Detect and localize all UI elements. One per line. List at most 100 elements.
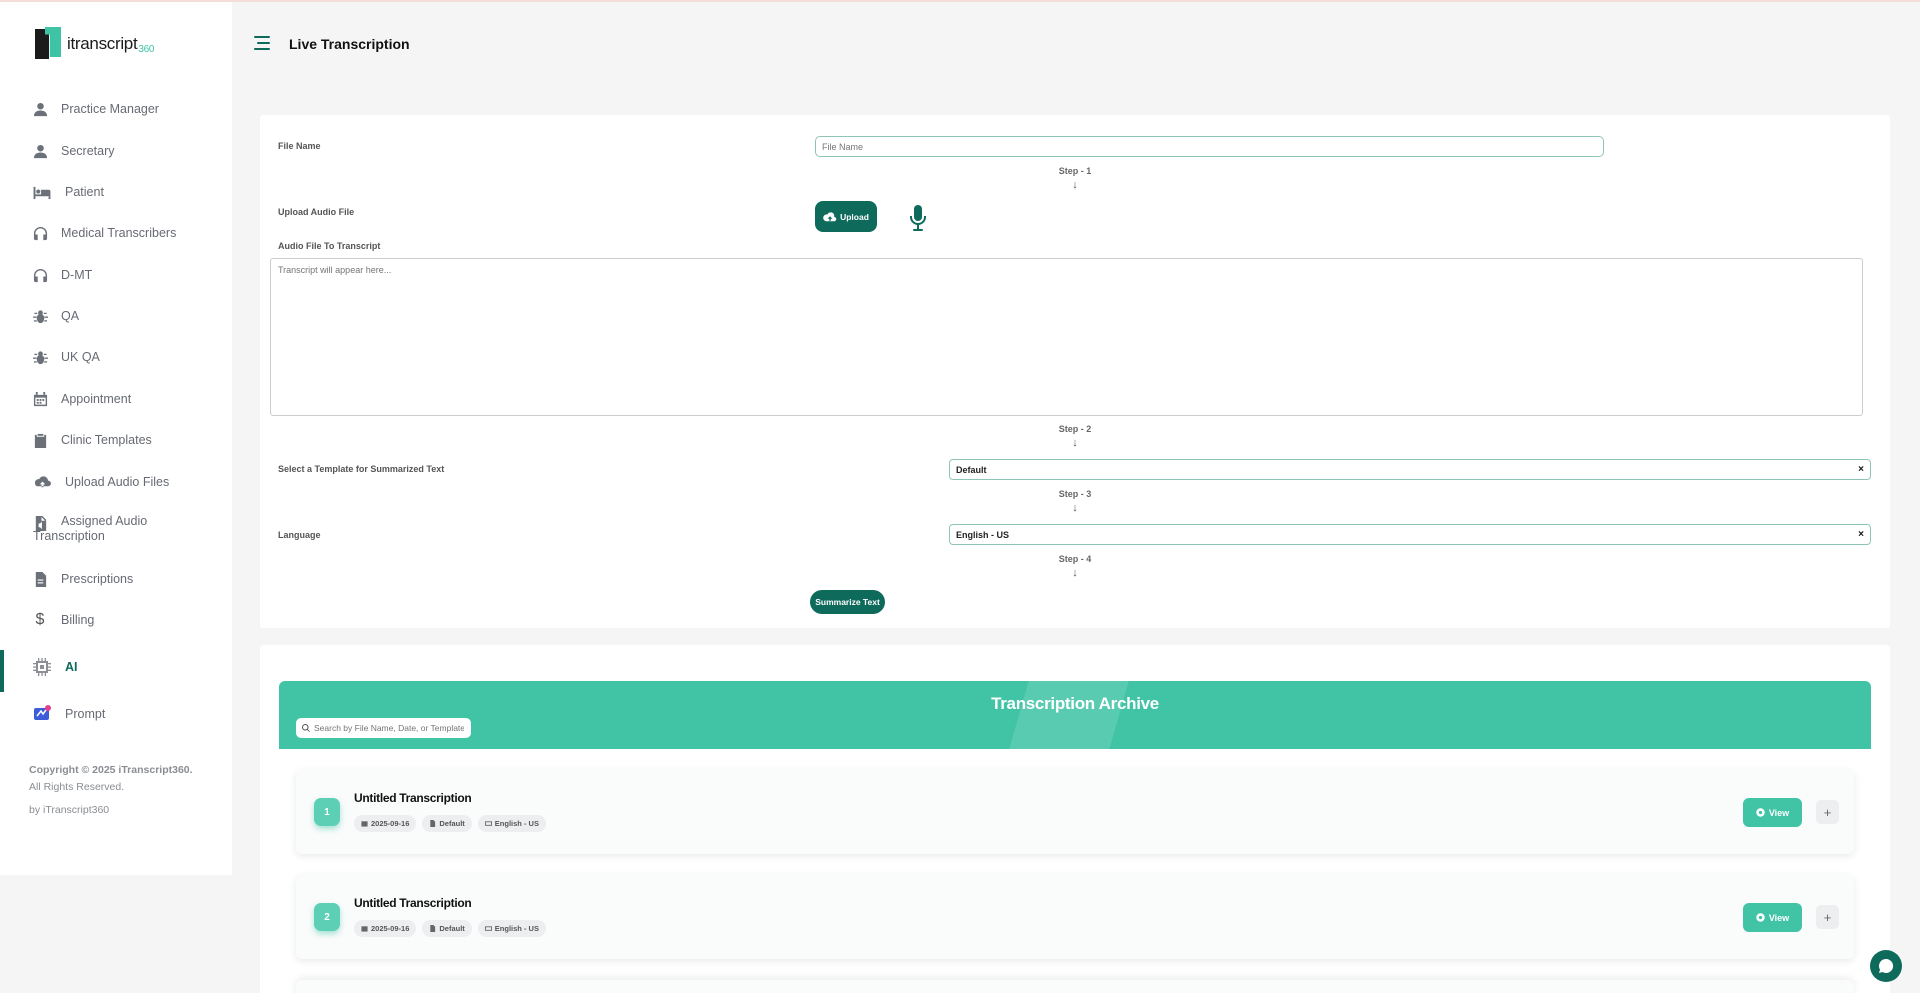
sidebar-item-label: Assigned Audio Transcription xyxy=(33,514,148,543)
cloud-upload-icon xyxy=(31,473,53,491)
sidebar-item-label: UK QA xyxy=(61,350,100,364)
template-select[interactable]: Default × xyxy=(949,459,1871,480)
sidebar-item-label: Clinic Templates xyxy=(61,433,152,447)
transcript-textarea[interactable] xyxy=(270,258,1863,416)
top-accent-line xyxy=(0,0,1920,2)
row-tags: 2025-09-16 Default English - US xyxy=(354,920,546,937)
language-select-value: English - US xyxy=(956,529,1010,540)
sidebar-item-label: AI xyxy=(65,660,78,674)
prompt-icon xyxy=(31,703,53,725)
sidebar-item-label: Appointment xyxy=(61,392,132,406)
archive-search-input[interactable] xyxy=(314,723,464,733)
date-tag: 2025-09-16 xyxy=(354,815,417,832)
search-icon xyxy=(302,724,310,732)
upload-button-label: Upload xyxy=(840,211,869,222)
chat-bubble-icon[interactable] xyxy=(1870,950,1902,982)
view-button[interactable]: View xyxy=(1743,798,1802,827)
sidebar-item-label: Secretary xyxy=(61,144,115,158)
app-logo[interactable]: itranscript360 xyxy=(35,26,154,62)
template-select-value: Default xyxy=(956,464,987,475)
sidebar-item-secretary[interactable]: Secretary xyxy=(0,142,232,160)
logo-mark-icon xyxy=(35,27,63,61)
archive-header: Transcription Archive xyxy=(279,681,1871,749)
sidebar-item-upload-audio-files[interactable]: Upload Audio Files xyxy=(0,473,232,491)
sidebar-item-ai[interactable]: AI xyxy=(0,650,232,692)
microphone-icon[interactable] xyxy=(907,204,929,232)
step-arrow-down-icon: ↓ xyxy=(1072,179,1078,191)
language-icon xyxy=(484,821,492,826)
row-index-badge: 1 xyxy=(314,798,340,826)
archive-row[interactable]: 1 Untitled Transcription 2025-09-16 Defa… xyxy=(296,770,1854,854)
archive-row[interactable]: 2 Untitled Transcription 2025-09-16 Defa… xyxy=(296,875,1854,959)
clipboard-icon xyxy=(31,431,49,449)
copyright-text: Copyright © 2025 iTranscript360. xyxy=(29,764,193,776)
archive-search-box[interactable] xyxy=(296,718,471,738)
template-tag: Default xyxy=(422,815,472,832)
sidebar-item-label: Prescriptions xyxy=(61,572,134,586)
hamburger-menu-icon[interactable] xyxy=(254,35,270,51)
sidebar-item-label: Medical Transcribers xyxy=(61,226,177,240)
language-tag: English - US xyxy=(477,920,546,937)
archive-row[interactable] xyxy=(296,980,1854,993)
dollar-icon: $ xyxy=(35,611,45,628)
transcription-archive-card: Transcription Archive 1 Untitled Transcr… xyxy=(260,645,1890,993)
step-2-label: Step - 2 xyxy=(1058,424,1092,434)
bug-icon xyxy=(31,307,49,325)
summarize-text-button[interactable]: Summarize Text xyxy=(810,590,885,614)
clear-icon[interactable]: × xyxy=(1858,529,1864,540)
sidebar-item-medical-transcribers[interactable]: Medical Transcribers xyxy=(0,224,232,242)
calendar-icon xyxy=(31,390,49,408)
file-icon xyxy=(430,820,436,827)
date-tag: 2025-09-16 xyxy=(354,920,417,937)
bug-icon xyxy=(31,348,49,366)
rights-text: All Rights Reserved. xyxy=(29,781,125,793)
sidebar-item-label: Billing xyxy=(61,613,95,627)
sidebar-item-label: Prompt xyxy=(65,707,106,721)
sidebar-item-prescriptions[interactable]: Prescriptions xyxy=(0,570,232,588)
sidebar-item-d-mt[interactable]: D-MT xyxy=(0,266,232,284)
calendar-icon xyxy=(361,926,368,932)
file-name-input[interactable] xyxy=(815,136,1604,157)
sidebar-item-label: Patient xyxy=(65,185,104,199)
template-tag: Default xyxy=(422,920,472,937)
headset-icon xyxy=(31,224,49,242)
row-index-badge: 2 xyxy=(314,903,340,931)
upload-button[interactable]: Upload xyxy=(815,201,877,232)
upload-audio-label: Upload Audio File xyxy=(278,207,355,217)
sidebar-item-appointment[interactable]: Appointment xyxy=(0,390,232,408)
clear-icon[interactable]: × xyxy=(1858,464,1864,475)
logo-text: itranscript360 xyxy=(67,33,155,55)
sidebar-item-assigned-audio-transcription[interactable]: Assigned Audio Transcription xyxy=(0,514,232,543)
sidebar-item-prompt[interactable]: Prompt xyxy=(0,703,232,725)
headset-icon xyxy=(31,266,49,284)
user-icon xyxy=(31,100,49,118)
page-title: Live Transcription xyxy=(289,36,410,52)
step-4-label: Step - 4 xyxy=(1058,554,1092,564)
sidebar-item-qa[interactable]: QA xyxy=(0,307,232,325)
language-select[interactable]: English - US × xyxy=(949,524,1871,545)
sidebar: itranscript360 Practice Manager Secretar… xyxy=(0,2,232,875)
file-name-label: File Name xyxy=(278,141,321,151)
expand-plus-button[interactable]: + xyxy=(1816,800,1839,824)
bed-icon xyxy=(31,183,53,201)
sidebar-item-billing[interactable]: $ Billing xyxy=(0,611,232,629)
row-title: Untitled Transcription xyxy=(354,896,472,910)
step-arrow-down-icon: ↓ xyxy=(1072,437,1078,449)
sidebar-item-practice-manager[interactable]: Practice Manager xyxy=(0,100,232,118)
chip-icon xyxy=(31,656,53,678)
sidebar-item-label: Upload Audio Files xyxy=(65,475,170,489)
sidebar-item-clinic-templates[interactable]: Clinic Templates xyxy=(0,431,232,449)
language-tag: English - US xyxy=(477,815,546,832)
calendar-icon xyxy=(361,821,368,827)
template-label: Select a Template for Summarized Text xyxy=(278,464,445,474)
language-label: Language xyxy=(278,530,321,540)
transcription-form-card: File Name Step - 1 ↓ Upload Audio File U… xyxy=(260,115,1890,628)
step-arrow-down-icon: ↓ xyxy=(1072,567,1078,579)
by-text: by iTranscript360 xyxy=(29,804,110,816)
sidebar-item-patient[interactable]: Patient xyxy=(0,183,232,201)
file-icon xyxy=(430,925,436,932)
expand-plus-button[interactable]: + xyxy=(1816,905,1839,929)
step-1-label: Step - 1 xyxy=(1058,166,1092,176)
view-button[interactable]: View xyxy=(1743,903,1802,932)
sidebar-item-uk-qa[interactable]: UK QA xyxy=(0,348,232,366)
